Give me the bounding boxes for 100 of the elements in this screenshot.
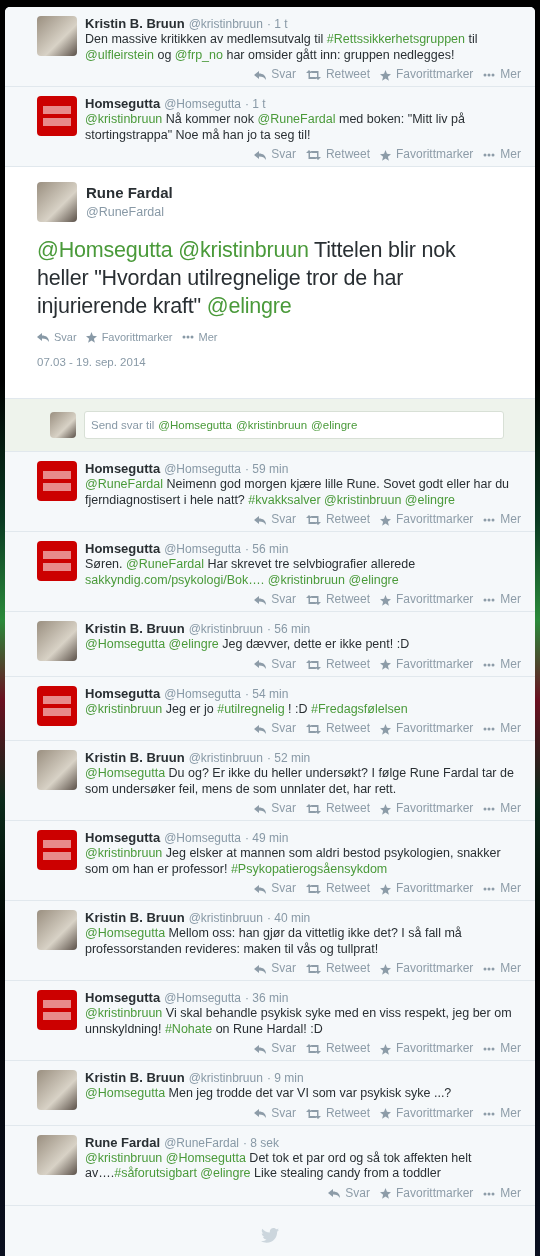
equals-logo-avatar[interactable]	[37, 96, 77, 136]
tweet-link[interactable]: @Homsegutta	[85, 926, 166, 940]
tweet-link[interactable]: @elingre	[206, 294, 292, 318]
equals-logo-avatar[interactable]	[37, 541, 77, 581]
more-button[interactable]: Mer	[483, 656, 521, 673]
author-name[interactable]: Homsegutta	[85, 96, 161, 112]
author-name[interactable]: Rune Fardal	[85, 1134, 161, 1150]
author-handle[interactable]: @Homsegutta	[164, 462, 241, 478]
author-handle[interactable]: @kristinbruun	[188, 17, 263, 33]
more-button[interactable]: Mer	[483, 592, 521, 608]
photo-placeholder[interactable]	[37, 750, 77, 790]
favorite-button[interactable]: Favorittmarker	[380, 961, 474, 977]
more-button[interactable]: Mer	[483, 801, 521, 817]
retweet-button[interactable]: Retweet	[305, 1105, 370, 1122]
author-name[interactable]: Homsegutta	[85, 990, 161, 1006]
favorite-button[interactable]: Favorittmarker	[380, 592, 474, 608]
favorite-button[interactable]: Favorittmarker	[380, 656, 474, 673]
favorite-button[interactable]: Favorittmarker	[380, 147, 474, 163]
tweet-link[interactable]: @kristinbruun	[85, 112, 163, 126]
more-button[interactable]: Mer	[483, 1105, 521, 1122]
favorite-button[interactable]: Favorittmarker	[380, 1105, 474, 1122]
reply-button[interactable]: Svar	[37, 331, 77, 343]
author-handle[interactable]: @Homsegutta	[164, 686, 241, 702]
reply-button[interactable]: Svar	[254, 801, 296, 817]
tweet-link[interactable]: @kristinbruun	[85, 846, 163, 860]
tweet-link[interactable]: @elingre	[348, 572, 399, 587]
reply-button[interactable]: Svar	[254, 961, 296, 977]
tweet-time[interactable]: · 40 min	[266, 911, 311, 927]
tweet-link[interactable]: @Homsegutta	[85, 1086, 166, 1100]
author-name[interactable]: Rune Fardal	[86, 184, 173, 201]
favorite-button[interactable]: Favorittmarker	[380, 721, 474, 737]
tweet-link[interactable]: #Fredagsfølelsen	[311, 701, 408, 716]
author-name[interactable]: Kristin B. Bruun	[85, 910, 185, 926]
tweet-time[interactable]: · 52 min	[266, 751, 311, 767]
tweet-link[interactable]: @elingre	[404, 492, 456, 507]
tweet-link[interactable]: #utilregnelig	[217, 701, 285, 716]
tweet-link[interactable]: @kristinbruun	[85, 1150, 166, 1165]
tweet-link[interactable]: @Homsegutta	[85, 766, 166, 780]
author-name[interactable]: Homsegutta	[85, 541, 161, 557]
photo-placeholder[interactable]	[50, 412, 76, 438]
tweet-time[interactable]: · 1 t	[266, 17, 288, 33]
reply-button[interactable]: Svar	[254, 512, 296, 528]
tweet-link[interactable]: @ulfleirstein	[85, 47, 154, 62]
author-name[interactable]: Homsegutta	[85, 461, 161, 477]
author-name[interactable]: Kristin B. Bruun	[85, 750, 185, 766]
photo-placeholder[interactable]	[37, 621, 77, 661]
retweet-button[interactable]: Retweet	[305, 721, 370, 737]
favorite-button[interactable]: Favorittmarker	[380, 512, 474, 528]
tweet-time[interactable]: · 8 sek	[243, 1135, 280, 1151]
favorite-button[interactable]: Favorittmarker	[380, 1041, 474, 1057]
tweet-link[interactable]: @RuneFardal	[126, 557, 204, 571]
tweet-link[interactable]: #såforutsigbart	[114, 1166, 201, 1180]
tweet-link[interactable]: @elingre	[200, 1166, 251, 1180]
author-handle[interactable]: @RuneFardal	[164, 1135, 239, 1151]
favorite-button[interactable]: Favorittmarker	[85, 331, 173, 343]
tweet-link[interactable]: #Psykopatierogsåensykdom	[230, 861, 388, 876]
favorite-button[interactable]: Favorittmarker	[380, 801, 474, 817]
more-button[interactable]: Mer	[483, 67, 521, 83]
tweet-time[interactable]: · 56 min	[245, 542, 289, 558]
tweet-link[interactable]: @Homsegutta	[37, 238, 179, 262]
tweet-link[interactable]: @kristinbruun	[324, 492, 405, 507]
author-name[interactable]: Kristin B. Bruun	[85, 16, 185, 32]
tweet-time[interactable]: · 36 min	[245, 991, 289, 1007]
tweet-link[interactable]: @kristinbruun	[85, 1006, 163, 1020]
author-name[interactable]: Homsegutta	[85, 685, 161, 701]
tweet-link[interactable]: @RuneFardal	[85, 477, 163, 491]
retweet-button[interactable]: Retweet	[305, 801, 370, 817]
retweet-button[interactable]: Retweet	[305, 67, 370, 83]
reply-button[interactable]: Svar	[254, 1041, 296, 1057]
author-handle[interactable]: @kristinbruun	[188, 751, 263, 767]
tweet-link[interactable]: @Homsegutta	[85, 637, 169, 651]
author-handle[interactable]: @Homsegutta	[164, 97, 241, 113]
tweet-link[interactable]: @kristinbruun	[178, 238, 309, 262]
more-button[interactable]: Mer	[483, 512, 521, 528]
author-handle[interactable]: @Homsegutta	[164, 831, 241, 847]
tweet-link[interactable]: sakkyndig.com/psykologi/Bok….	[85, 572, 268, 587]
reply-button[interactable]: Svar	[328, 1185, 370, 1202]
author-handle[interactable]: @kristinbruun	[188, 622, 263, 638]
author-handle[interactable]: @Homsegutta	[164, 542, 241, 558]
more-button[interactable]: Mer	[181, 331, 218, 343]
tweet-link[interactable]: @frp_no	[174, 47, 223, 62]
retweet-button[interactable]: Retweet	[305, 147, 370, 163]
equals-logo-avatar[interactable]	[37, 685, 77, 726]
tweet-link[interactable]: @kristinbruun	[267, 572, 349, 587]
photo-placeholder[interactable]	[37, 16, 77, 56]
equals-logo-avatar[interactable]	[37, 830, 77, 870]
more-button[interactable]: Mer	[483, 881, 521, 897]
reply-field[interactable]: Send svar til @Homsegutta @kristinbruun @elingre	[84, 411, 504, 439]
retweet-button[interactable]: Retweet	[305, 656, 370, 673]
reply-button[interactable]: Svar	[254, 721, 296, 737]
tweet-link[interactable]: @RuneFardal	[257, 112, 336, 126]
favorite-button[interactable]: Favorittmarker	[380, 881, 474, 897]
tweet-link[interactable]: @elingre	[168, 637, 219, 651]
photo-placeholder[interactable]	[37, 1134, 77, 1175]
reply-button[interactable]: Svar	[254, 147, 296, 163]
tweet-time[interactable]: · 59 min	[245, 462, 289, 478]
tweet-link[interactable]: @Homsegutta	[165, 1150, 246, 1165]
favorite-button[interactable]: Favorittmarker	[380, 67, 474, 83]
tweet-link[interactable]: #kvakksalver	[248, 492, 325, 507]
reply-button[interactable]: Svar	[254, 1105, 296, 1122]
